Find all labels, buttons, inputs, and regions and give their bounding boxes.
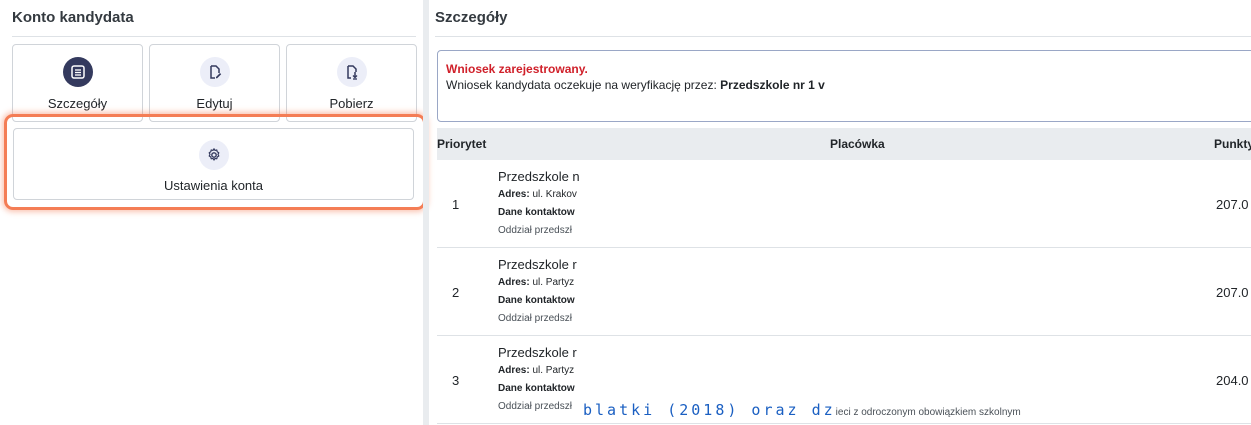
row-facility-name: Przedszkole n (498, 169, 580, 184)
row-facility-name: Przedszkole r (498, 345, 577, 360)
address-label: Adres: (498, 365, 530, 376)
address-value: ul. Partyz (532, 365, 575, 376)
table-row: 1 Przedszkole n Adres: ul. Krakov Dane k… (437, 160, 1251, 248)
status-alert: Wniosek zarejestrowany. Wniosek kandydat… (437, 50, 1251, 122)
download-tile-label: Pobierz (329, 96, 374, 111)
row-facility-name: Przedszkole r (498, 257, 577, 272)
row-contact: Dane kontaktow (498, 207, 575, 218)
document-download-icon (336, 57, 367, 87)
alert-facility: Przedszkole nr 1 v (720, 78, 825, 92)
download-tile-button[interactable]: Pobierz (286, 44, 417, 122)
details-tile-label: Szczegóły (47, 96, 108, 111)
account-settings-tile-button[interactable]: Ustawienia konta (13, 128, 414, 200)
row-contact: Dane kontaktow (498, 295, 575, 306)
divider (12, 36, 416, 37)
row-points: 207.0 (1216, 285, 1249, 300)
contact-label: Dane kontaktow (498, 383, 575, 394)
preferences-table: Priorytet Placówka Punkty 1 Przedszkole … (437, 128, 1251, 424)
gear-icon (198, 140, 229, 170)
table-header: Priorytet Placówka Punkty (437, 128, 1251, 160)
row-priority: 1 (452, 197, 460, 212)
row-address: Adres: ul. Partyz (498, 365, 574, 376)
list-icon (62, 57, 93, 87)
edit-tile-button[interactable]: Edytuj (149, 44, 280, 122)
alert-text: Wniosek kandydata oczekuje na weryfikacj… (446, 78, 825, 92)
table-row: 2 Przedszkole r Adres: ul. Partyz Dane k… (437, 248, 1251, 336)
table-row: 3 Przedszkole r Adres: ul. Partyz Dane k… (437, 336, 1251, 424)
panel-title: Konto kandydata (12, 9, 134, 26)
row-department: Oddział przedszł (498, 401, 572, 412)
header-points: Punkty (1214, 137, 1251, 151)
department-tail-text: ieci z odroczonym obowiązkiem szkolnym (835, 407, 1021, 418)
account-settings-tile-label: Ustawienia konta (164, 178, 263, 193)
address-label: Adres: (498, 277, 530, 288)
document-edit-icon (199, 57, 230, 87)
row-department: Oddział przedszł (498, 313, 572, 324)
row-department: Oddział przedszł (498, 225, 572, 236)
details-panel: Szczegóły Wniosek zarejestrowany. Wniose… (429, 0, 1251, 425)
row-points: 204.0 (1216, 373, 1249, 388)
address-value: ul. Partyz (532, 277, 575, 288)
address-value: ul. Krakov (532, 189, 577, 200)
row-priority: 3 (452, 373, 460, 388)
row-address: Adres: ul. Partyz (498, 277, 574, 288)
divider (435, 36, 1251, 37)
details-title: Szczegóły (435, 9, 508, 26)
header-facility: Placówka (830, 137, 885, 151)
row-address: Adres: ul. Krakov (498, 189, 577, 200)
row-priority: 2 (452, 285, 460, 300)
row-contact: Dane kontaktow (498, 383, 575, 394)
alert-title: Wniosek zarejestrowany. (446, 62, 588, 76)
contact-label: Dane kontaktow (498, 295, 575, 306)
row-points: 207.0 (1216, 197, 1249, 212)
alert-message: Wniosek kandydata oczekuje na weryfikacj… (446, 78, 717, 92)
address-label: Adres: (498, 189, 530, 200)
contact-label: Dane kontaktow (498, 207, 575, 218)
row-department-tail: blatki (2018) oraz dzieci z odroczonym o… (583, 401, 1021, 419)
department-tail-enlarged: blatki (2018) oraz dz (583, 401, 836, 419)
candidate-account-panel: Konto kandydata Szczegóły Edytuj Pobierz… (0, 0, 426, 425)
header-priority: Priorytet (437, 137, 487, 151)
edit-tile-label: Edytuj (196, 96, 233, 111)
details-tile-button[interactable]: Szczegóły (12, 44, 143, 122)
